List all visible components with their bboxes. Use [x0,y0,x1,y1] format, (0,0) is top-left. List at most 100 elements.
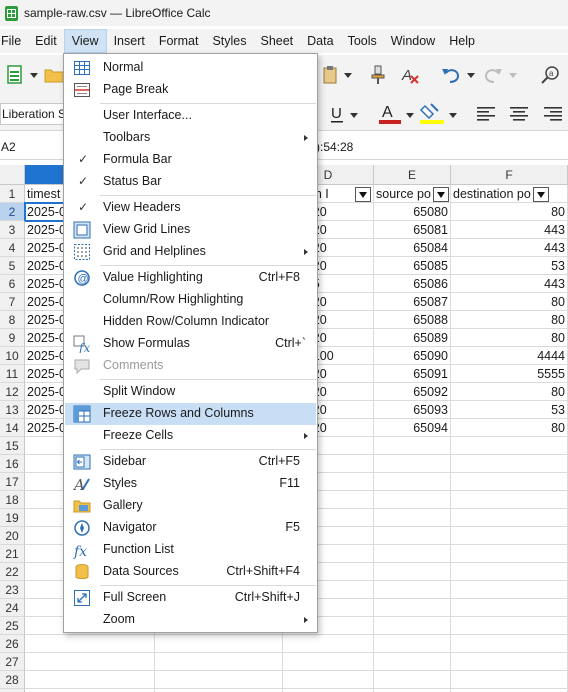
cell-destination-port[interactable]: 443 [451,239,568,257]
row-header[interactable]: 25 [0,617,25,635]
menu-item-view-grid-lines[interactable]: View Grid Lines [65,219,316,241]
chevron-down-icon[interactable] [508,69,518,81]
row-header[interactable]: 8 [0,311,25,329]
cell-source-port[interactable]: 65090 [374,347,451,365]
cell-source-port[interactable]: 65092 [374,383,451,401]
row-header[interactable]: 18 [0,491,25,509]
cell-empty[interactable] [451,437,568,455]
menu-item-show-formulas[interactable]: fx Show Formulas Ctrl+` [65,333,316,355]
cell-source-port[interactable]: 65080 [374,203,451,221]
row-header[interactable]: 6 [0,275,25,293]
menu-format[interactable]: Format [152,29,206,53]
menu-sheet[interactable]: Sheet [253,29,300,53]
row-header[interactable]: 1 [0,185,25,203]
menu-item-user-interface[interactable]: User Interface... [65,105,316,127]
cell-empty[interactable] [25,635,155,653]
cell-source-port[interactable]: 65084 [374,239,451,257]
row-header[interactable]: 12 [0,383,25,401]
paste-icon[interactable] [318,64,342,86]
menu-window[interactable]: Window [384,29,442,53]
font-name-combobox[interactable]: Liberation Sa [0,103,66,125]
cell-empty[interactable] [451,527,568,545]
chevron-down-icon[interactable] [349,109,359,121]
cell-source-port[interactable]: 65089 [374,329,451,347]
menu-item-formula-bar[interactable]: ✓ Formula Bar [65,149,316,171]
cell-empty[interactable] [374,491,451,509]
cell-destination-port[interactable]: 80 [451,311,568,329]
menu-item-toolbars[interactable]: Toolbars [65,127,316,149]
menu-item-column-row-highlighting[interactable]: Column/Row Highlighting [65,289,316,311]
row-header[interactable]: 19 [0,509,25,527]
cell-empty[interactable] [374,527,451,545]
cell-destination-port[interactable]: 80 [451,383,568,401]
cell-empty[interactable] [374,437,451,455]
menu-help[interactable]: Help [442,29,482,53]
menu-item-styles[interactable]: A Styles F11 [65,473,316,495]
cell-source-port[interactable]: 65088 [374,311,451,329]
row-header[interactable]: 28 [0,671,25,689]
menu-item-data-sources[interactable]: Data Sources Ctrl+Shift+F4 [65,561,316,583]
menu-item-function-list[interactable]: fx Function List [65,539,316,561]
cell-empty[interactable] [374,473,451,491]
font-color-icon[interactable]: A [377,101,403,127]
menu-item-page-break[interactable]: Page Break [65,79,316,101]
cell-empty[interactable] [374,671,451,689]
menu-item-value-highlighting[interactable]: @ Value Highlighting Ctrl+F8 [65,267,316,289]
header-cell-destination-port[interactable]: destination po [451,185,568,203]
select-all-corner[interactable] [0,165,25,185]
align-left-icon[interactable] [474,102,498,126]
cell-empty[interactable] [374,617,451,635]
cell-empty[interactable] [374,635,451,653]
row-header[interactable]: 14 [0,419,25,437]
row-header[interactable]: 4 [0,239,25,257]
menu-item-freeze-rows-and-columns[interactable]: Freeze Rows and Columns [65,403,316,425]
menu-insert[interactable]: Insert [107,29,152,53]
cell-destination-port[interactable]: 53 [451,401,568,419]
cell-empty[interactable] [374,653,451,671]
chevron-down-icon[interactable] [405,109,415,121]
menu-tools[interactable]: Tools [341,29,384,53]
row-header[interactable]: 5 [0,257,25,275]
undo-icon[interactable] [440,64,462,86]
menu-file[interactable]: File [0,29,28,53]
header-cell-source-port[interactable]: source po [374,185,451,203]
menu-item-status-bar[interactable]: ✓ Status Bar [65,171,316,193]
row-header[interactable]: 15 [0,437,25,455]
align-right-icon[interactable] [541,102,565,126]
row-header[interactable]: 23 [0,581,25,599]
row-header[interactable]: 13 [0,401,25,419]
menu-item-normal[interactable]: Normal [65,57,316,79]
name-box[interactable]: A2 [0,136,62,159]
cell-source-port[interactable]: 65094 [374,419,451,437]
cell-empty[interactable] [451,473,568,491]
cell-empty[interactable] [374,563,451,581]
cell-empty[interactable] [25,671,155,689]
row-header[interactable]: 7 [0,293,25,311]
menu-data[interactable]: Data [300,29,340,53]
cell-destination-port[interactable]: 53 [451,257,568,275]
row-header[interactable]: 16 [0,455,25,473]
autofilter-dropdown-icon[interactable] [355,187,371,202]
row-header[interactable]: 22 [0,563,25,581]
chevron-down-icon[interactable] [466,69,476,81]
background-color-icon[interactable] [418,101,446,127]
cell-empty[interactable] [25,653,155,671]
row-header[interactable]: 2 [0,203,25,221]
cell-empty[interactable] [451,599,568,617]
redo-icon[interactable] [482,64,504,86]
cell-source-port[interactable]: 65091 [374,365,451,383]
cell-empty[interactable] [451,509,568,527]
cell-destination-port[interactable]: 5555 [451,365,568,383]
cell-destination-port[interactable]: 80 [451,329,568,347]
menu-item-navigator[interactable]: Navigator F5 [65,517,316,539]
row-header[interactable]: 3 [0,221,25,239]
cell-empty[interactable] [451,671,568,689]
cell-source-port[interactable]: 65081 [374,221,451,239]
row-header[interactable]: 20 [0,527,25,545]
chevron-down-icon[interactable] [343,69,353,81]
cell-empty[interactable] [283,635,374,653]
cell-destination-port[interactable]: 443 [451,275,568,293]
cell-destination-port[interactable]: 80 [451,293,568,311]
column-header-e[interactable]: E [374,165,451,185]
row-header[interactable]: 10 [0,347,25,365]
